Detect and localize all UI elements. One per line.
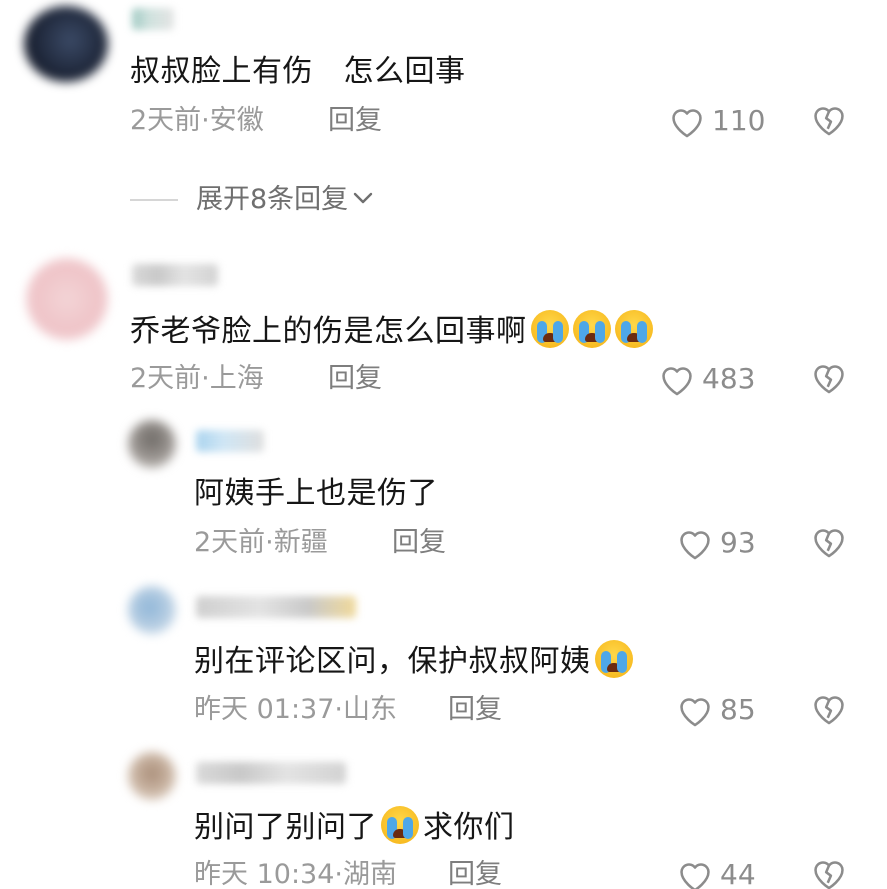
dislike-button[interactable] [810, 690, 850, 730]
username-blurred[interactable] [132, 264, 218, 286]
expand-replies-label: 展开8条回复 [196, 184, 349, 215]
reply-button[interactable]: 回复 [448, 693, 502, 727]
comment-meta: 昨天 01:37·山东 [194, 694, 397, 725]
heart-outline-icon [658, 361, 696, 397]
comment-text: 叔叔脸上有伤 怎么回事 [130, 54, 466, 89]
heart-outline-icon [676, 857, 714, 889]
comment-meta: 2天前·新疆 [194, 527, 328, 558]
avatar[interactable] [128, 420, 176, 468]
dislike-button[interactable] [810, 855, 850, 889]
like-button[interactable]: 110 [668, 101, 765, 141]
loudly-crying-face-emoji [614, 310, 653, 348]
avatar[interactable] [128, 586, 176, 634]
like-count: 85 [720, 693, 756, 726]
dislike-button[interactable] [810, 523, 850, 563]
reply-button[interactable]: 回复 [392, 526, 446, 560]
comment-text: 别问了别问了 求你们 [194, 806, 515, 848]
loudly-crying-face-emoji [381, 806, 419, 844]
comment-text-content: 别问了别问了 [194, 810, 377, 845]
chevron-down-icon [352, 190, 374, 210]
watermark: ​ [277, 14, 283, 27]
reply-button[interactable]: 回复 [328, 104, 382, 138]
username-blurred[interactable] [196, 430, 264, 452]
comment-text: 别在评论区问，保护叔叔阿姨 [194, 640, 633, 682]
dislike-button[interactable] [810, 359, 850, 399]
heart-outline-icon [676, 525, 714, 561]
reply-button[interactable]: 回复 [448, 858, 502, 889]
like-count: 93 [720, 526, 756, 559]
username-blurred[interactable] [196, 596, 356, 618]
comment-text: 阿姨手上也是伤了 [194, 476, 438, 511]
divider-line [130, 199, 178, 201]
broken-heart-icon [810, 365, 848, 399]
reply-button[interactable]: 回复 [328, 362, 382, 396]
loudly-crying-face-emoji [530, 310, 569, 348]
loudly-crying-face-emoji [594, 640, 633, 678]
broken-heart-icon [810, 107, 848, 141]
broken-heart-icon [810, 861, 848, 889]
like-button[interactable]: 85 [676, 690, 756, 730]
comment-meta: 昨天 10:34·湖南 [194, 859, 397, 889]
like-button[interactable]: 93 [676, 523, 756, 563]
comment-thread: ​ 叔叔脸上有伤 怎么回事 2天前·安徽 回复 110 展开8条回复 [0, 0, 887, 889]
expand-replies-button[interactable]: 展开8条回复 [130, 183, 374, 217]
avatar[interactable] [24, 6, 108, 82]
comment-text-content: 求你们 [423, 810, 515, 845]
like-button[interactable]: 483 [658, 359, 755, 399]
comment-text: 乔老爷脸上的伤是怎么回事啊 [130, 310, 653, 352]
broken-heart-icon [810, 529, 848, 563]
comment-text-content: 乔老爷脸上的伤是怎么回事啊 [130, 314, 527, 349]
comment-meta: 2天前·安徽 [130, 105, 264, 136]
heart-outline-icon [676, 692, 714, 728]
heart-outline-icon [668, 103, 706, 139]
broken-heart-icon [810, 696, 848, 730]
comment-meta: 2天前·上海 [130, 363, 264, 394]
like-button[interactable]: 44 [676, 855, 756, 889]
like-count: 110 [712, 104, 766, 137]
like-count: 44 [720, 858, 756, 889]
avatar[interactable] [128, 752, 176, 800]
avatar[interactable] [26, 258, 108, 340]
loudly-crying-face-emoji [572, 310, 611, 348]
dislike-button[interactable] [810, 101, 850, 141]
comment-text-content: 别在评论区问，保护叔叔阿姨 [194, 644, 591, 679]
username-blurred[interactable] [196, 762, 346, 784]
like-count: 483 [702, 362, 756, 395]
username-blurred[interactable] [132, 8, 174, 30]
